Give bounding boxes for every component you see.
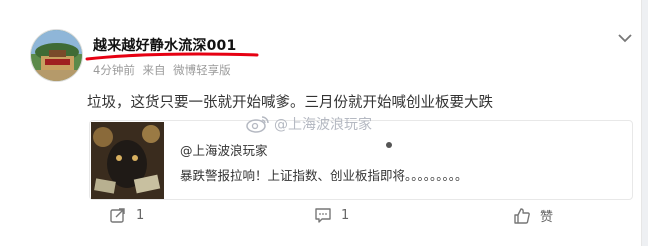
- quoted-author[interactable]: @上海波浪玩家: [180, 140, 268, 159]
- quoted-text: 暴跌警报拉响！上证指数、创业板指即将。。。。。。。。。: [180, 168, 468, 183]
- like-button[interactable]: 赞: [513, 206, 553, 225]
- weibo-post-card: 越来越好静水流深001 4分钟前 来自 微博轻享版 垃圾，这货只要一张就开始喊爹…: [0, 0, 642, 246]
- chevron-down-icon[interactable]: [615, 28, 635, 48]
- post-text: 垃圾，这货只要一张就开始喊爹。三月份就开始喊创业板要大跌: [87, 95, 493, 111]
- quoted-post-image[interactable]: [91, 122, 164, 199]
- repost-button[interactable]: 1: [109, 206, 144, 224]
- post-time[interactable]: 4分钟前: [93, 63, 135, 77]
- dot-marker: [386, 142, 392, 148]
- like-icon: [514, 207, 530, 224]
- like-label: 赞: [540, 210, 554, 225]
- source-label: 来自: [142, 63, 166, 77]
- comment-button[interactable]: 1: [314, 206, 349, 224]
- post-meta: 4分钟前 来自 微博轻享版: [93, 62, 235, 78]
- watermark: @上海波浪玩家: [246, 114, 372, 134]
- watermark-text: @上海波浪玩家: [274, 117, 372, 133]
- action-bar: 1 1 赞: [0, 206, 642, 236]
- comment-count: 1: [341, 207, 350, 223]
- comment-icon: [315, 208, 331, 223]
- repost-count: 1: [136, 207, 145, 223]
- post-source[interactable]: 微博轻享版: [173, 63, 231, 77]
- repost-icon: [110, 208, 125, 223]
- weibo-logo-icon: [246, 116, 269, 133]
- avatar[interactable]: [30, 29, 83, 82]
